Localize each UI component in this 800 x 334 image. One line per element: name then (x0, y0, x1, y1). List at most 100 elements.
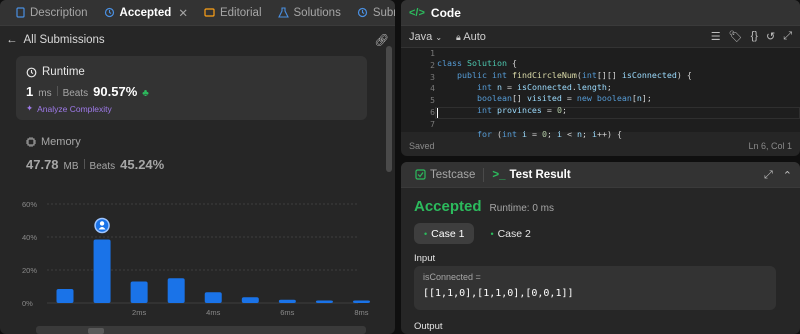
stat-divider (83, 159, 85, 169)
chart-bar (93, 239, 111, 303)
user-avatar-marker (94, 217, 110, 234)
book-icon (204, 7, 216, 19)
memory-label: Memory (41, 136, 81, 148)
arrow-left-icon: ← (6, 34, 18, 46)
result-tabbar: Testcase >_ Test Result ⤢ ⌃ (401, 162, 800, 188)
memory-value: 47.78 (26, 157, 59, 172)
chart-bar (315, 300, 333, 303)
line-number: 6 (430, 107, 435, 117)
tab-editorial-label: Editorial (219, 6, 262, 19)
tab-accepted[interactable]: Accepted ✕ (96, 0, 196, 26)
runtime-beats-value: 90.57% (93, 84, 138, 99)
submission-detail-panel: Description Accepted ✕ Editorial Solutio… (0, 0, 395, 334)
pass-dot-icon: • (424, 228, 428, 239)
memory-label-row: Memory (26, 136, 164, 148)
runtime-beats-label: Beats (62, 88, 89, 99)
code-panel-header: </> Code (401, 0, 800, 26)
chart-x-tick-label: 6ms (280, 308, 294, 317)
line-number: 2 (430, 60, 435, 70)
input-label: Input (414, 253, 436, 264)
chip-icon (26, 137, 36, 147)
line-number: 1 (430, 49, 435, 58)
chart-x-tick-label: 2ms (132, 308, 146, 317)
code-editor[interactable]: 1 2 3 4 5 6 7 class Solution { public in… (401, 48, 800, 139)
editor-toolbar: Java ⌄ 🔒︎ Auto ☰ 🏷︎ {} ↺ ⤢ (401, 26, 800, 48)
bookmark-icon[interactable]: 🏷︎ (729, 30, 743, 43)
case-2-label: Case 2 (497, 227, 531, 240)
code-panel: </> Code Java ⌄ 🔒︎ Auto ☰ 🏷︎ {} ↺ ⤢ 1 2 … (401, 0, 800, 156)
lock-icon: 🔒︎ (456, 31, 461, 42)
clock-icon (26, 67, 37, 78)
chart-bar (167, 278, 185, 303)
tab-submissions-label: Submissions (372, 6, 395, 19)
input-box: isConnected = [[1,1,0],[1,1,0],[0,0,1]] (414, 266, 776, 310)
analyze-complexity-button[interactable]: ✦ Analyze Complexity (26, 103, 112, 114)
close-tab-icon[interactable]: ✕ (178, 6, 188, 20)
tab-submissions[interactable]: Submissions (349, 0, 395, 26)
memory-beats-value: 45.24% (120, 157, 165, 172)
chart-bar (352, 300, 370, 303)
horizontal-scroll-thumb[interactable] (88, 328, 104, 334)
chart-bar (130, 281, 148, 303)
input-variable-value: [[1,1,0],[1,1,0],[0,0,1]] (423, 288, 574, 299)
analyze-label: Analyze Complexity (37, 103, 112, 114)
chart-bar (204, 292, 222, 303)
tab-editorial[interactable]: Editorial (196, 0, 270, 26)
back-to-submissions[interactable]: ← All Submissions (6, 34, 105, 46)
code-panel-title: Code (430, 5, 461, 20)
language-value: Java (409, 30, 433, 43)
memory-stats: 47.78 MB Beats 45.24% (26, 157, 164, 172)
line-number: 5 (430, 96, 435, 106)
code-icon: </> (409, 6, 425, 19)
tab-testcase-label: Testcase (430, 168, 476, 181)
cursor-position: Ln 6, Col 1 (748, 141, 792, 151)
chart-y-tick-label: 0% (22, 299, 33, 308)
history-icon (104, 7, 116, 19)
case-1-button[interactable]: • Case 1 (414, 223, 475, 244)
checkbox-icon (415, 169, 426, 180)
runtime-stats: 1 ms Beats 90.57% ♣ (26, 84, 149, 99)
chart-y-tick-label: 40% (22, 233, 37, 242)
line-number: 3 (430, 72, 435, 82)
fullscreen-icon[interactable]: ⤢ (783, 30, 792, 43)
vertical-scrollbar[interactable] (386, 46, 392, 172)
back-link-label: All Submissions (23, 34, 105, 46)
tab-accepted-label: Accepted (119, 6, 172, 19)
braces-icon[interactable]: {} (751, 30, 758, 43)
tab-solutions[interactable]: Solutions (270, 0, 349, 26)
tab-test-result-label: Test Result (509, 168, 571, 181)
chart-x-tick-label: 4ms (206, 308, 220, 317)
mode-value: Auto (463, 30, 486, 43)
line-numbers: 1 2 3 4 5 6 7 (401, 48, 435, 131)
horizontal-scrollbar[interactable] (36, 326, 366, 334)
case-2-button[interactable]: • Case 2 (480, 223, 540, 244)
tab-solutions-label: Solutions (293, 6, 341, 19)
runtime-text: Runtime: 0 ms (489, 203, 554, 214)
runtime-value: 1 (26, 84, 34, 99)
link-icon[interactable]: 🔗︎ (374, 33, 389, 47)
tab-test-result[interactable]: >_ Test Result (484, 162, 578, 188)
avatar-head (99, 221, 105, 226)
expand-icon[interactable]: ⤢ (764, 169, 773, 182)
editor-status-bar: Saved Ln 6, Col 1 (401, 136, 800, 156)
chart-bar (278, 299, 296, 303)
mode-select[interactable]: 🔒︎ Auto (456, 31, 486, 43)
runtime-label-row: Runtime (26, 66, 85, 78)
chevron-up-icon[interactable]: ⌃ (783, 169, 792, 182)
tab-description[interactable]: Description (6, 0, 96, 26)
output-label: Output (414, 321, 443, 332)
verdict-row: Accepted Runtime: 0 ms (414, 198, 554, 215)
runtime-card[interactable]: Runtime 1 ms Beats 90.57% ♣ ✦ Analyze Co… (16, 56, 367, 120)
language-select[interactable]: Java ⌄ (409, 31, 442, 43)
tab-testcase[interactable]: Testcase (407, 162, 483, 188)
format-icon[interactable]: ☰ (711, 30, 721, 43)
input-variable-name: isConnected = (423, 272, 481, 282)
memory-section[interactable]: Memory 47.78 MB Beats 45.24% (26, 136, 164, 172)
reset-icon[interactable]: ↺ (766, 30, 775, 43)
memory-beats-label: Beats (89, 161, 116, 172)
submissions-subheader: ← All Submissions 🔗︎ (0, 29, 395, 51)
chart-bar (56, 288, 74, 303)
verdict-text: Accepted (414, 198, 482, 215)
pass-dot-icon: • (490, 228, 494, 239)
left-tabbar: Description Accepted ✕ Editorial Solutio… (0, 0, 395, 26)
